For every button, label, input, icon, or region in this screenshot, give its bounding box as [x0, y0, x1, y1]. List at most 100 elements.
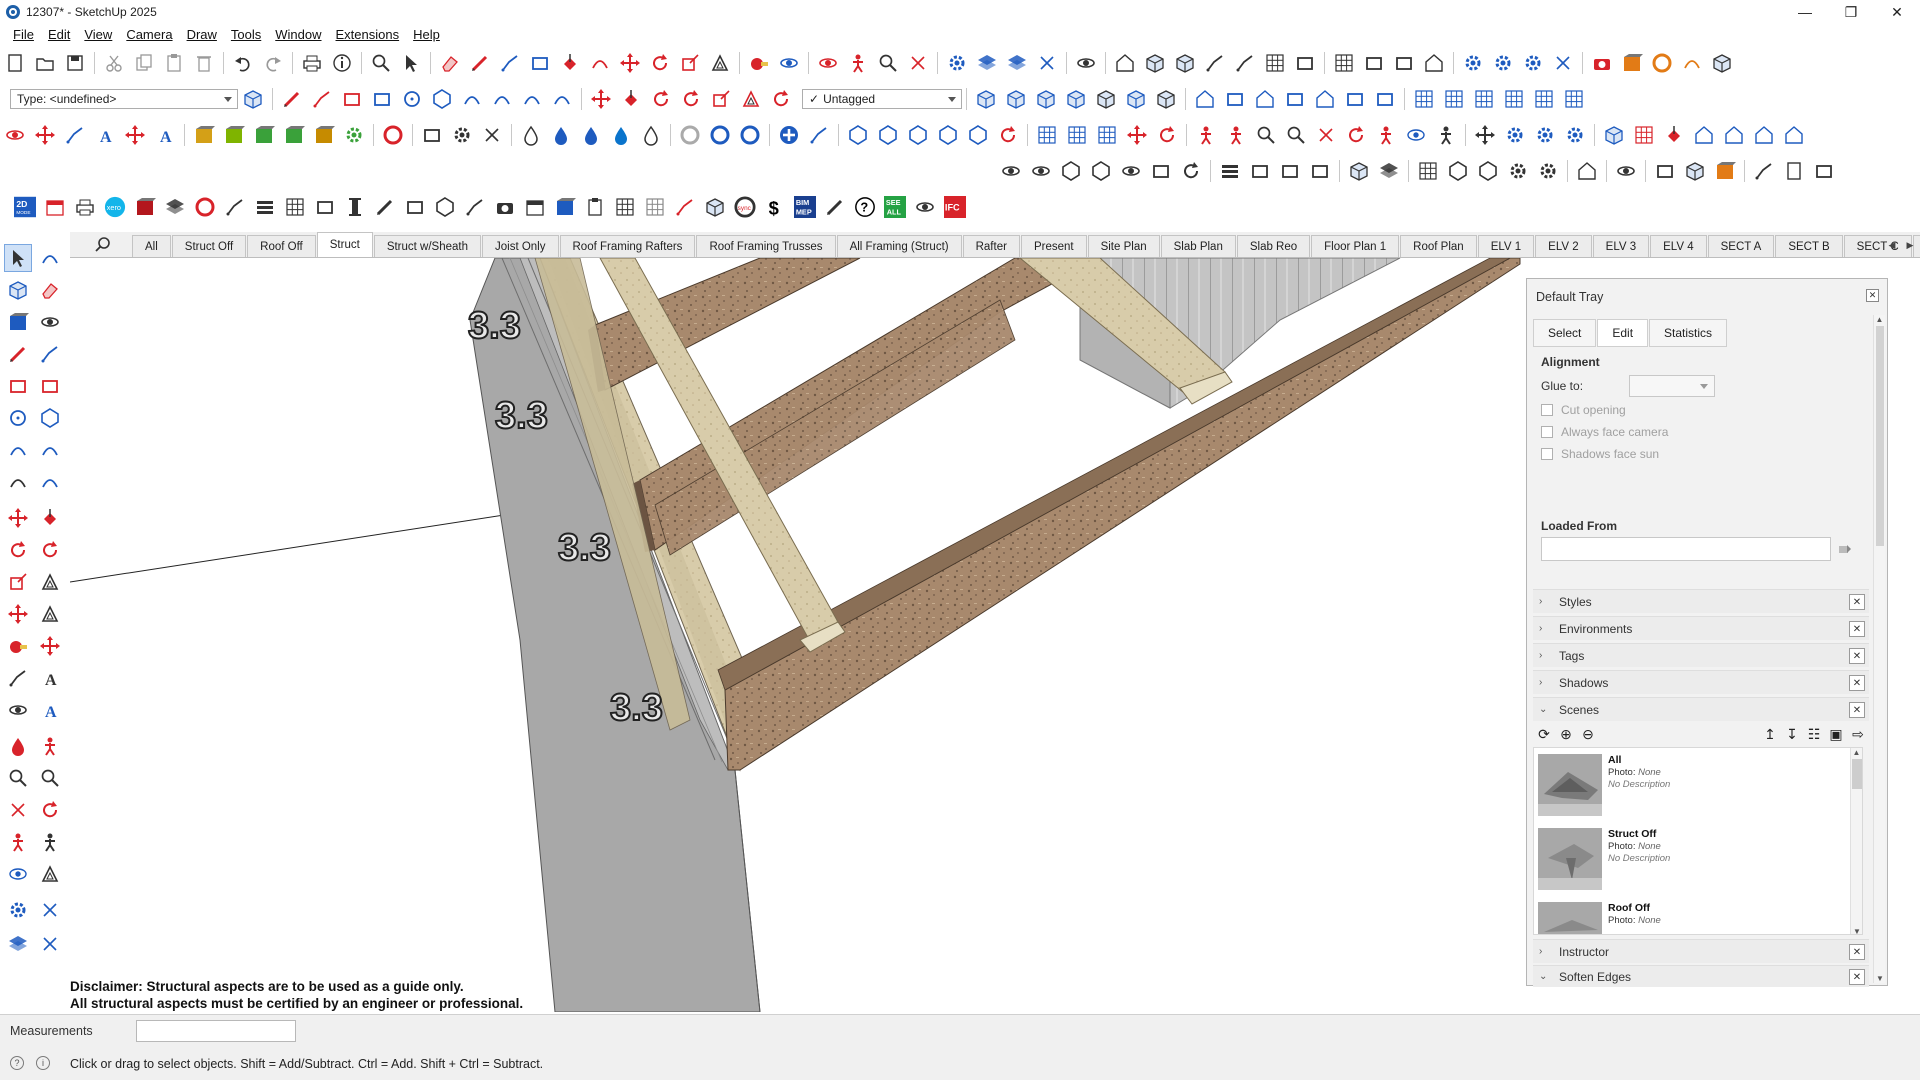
freehand-icon[interactable]: [497, 50, 523, 76]
view-options-icon[interactable]: ☷: [1803, 723, 1825, 745]
previous-2-icon[interactable]: [36, 796, 64, 824]
hand-icon[interactable]: [1751, 158, 1777, 184]
panel-scenes[interactable]: ⌄ Scenes ✕: [1533, 697, 1869, 721]
layers-icon[interactable]: [162, 194, 188, 220]
cut-opening-checkbox[interactable]: [1541, 404, 1553, 416]
tool-6-icon[interactable]: [1574, 158, 1600, 184]
arc-2-icon[interactable]: [459, 86, 485, 112]
panel-icon[interactable]: [1811, 158, 1837, 184]
eye-look-icon[interactable]: [1403, 122, 1429, 148]
select-icon[interactable]: [4, 244, 32, 272]
panel-styles[interactable]: › Styles ✕: [1533, 589, 1869, 613]
diamond-icon[interactable]: [1652, 158, 1678, 184]
paint-bucket-icon[interactable]: [240, 86, 266, 112]
axes-icon[interactable]: [4, 600, 32, 628]
section-fill-2-icon[interactable]: [1501, 86, 1527, 112]
tray-scrollbar[interactable]: ▲ ▼: [1873, 315, 1885, 983]
rect-2-icon[interactable]: [339, 86, 365, 112]
scene-tab-floor-plan-1[interactable]: Floor Plan 1: [1311, 235, 1400, 257]
scene-5-icon[interactable]: [1721, 122, 1747, 148]
scale-icon[interactable]: [677, 50, 703, 76]
move-4-icon[interactable]: [4, 504, 32, 532]
shadows-face-sun-checkbox[interactable]: [1541, 448, 1553, 460]
look-around-icon[interactable]: [1223, 122, 1249, 148]
scene-tab-struct-w-sheath[interactable]: Struct w/Sheath: [373, 235, 481, 257]
offset-3-icon[interactable]: [36, 568, 64, 596]
pie-icon[interactable]: [519, 86, 545, 112]
pillar-icon[interactable]: [342, 194, 368, 220]
tray-close-button[interactable]: ✕: [1866, 289, 1879, 302]
panel-close-icon[interactable]: ✕: [1849, 702, 1865, 718]
shelf-3-icon[interactable]: [1277, 158, 1303, 184]
geo-location-icon[interactable]: [2, 122, 28, 148]
refresh-scene-icon[interactable]: ⟳: [1533, 723, 1555, 745]
section-axes-icon[interactable]: [1472, 122, 1498, 148]
search-icon[interactable]: [368, 50, 394, 76]
three-point-arc-icon[interactable]: [549, 86, 575, 112]
left-icon[interactable]: [1123, 86, 1149, 112]
sandbox-tools-icon[interactable]: [32, 122, 58, 148]
circle-icon[interactable]: [399, 86, 425, 112]
two-d-mode-icon[interactable]: 2D MODE: [12, 194, 38, 220]
pan-icon[interactable]: [845, 50, 871, 76]
pick-icon[interactable]: [806, 122, 832, 148]
cut-opening-row[interactable]: Cut opening: [1541, 403, 1626, 417]
rotated-rect-icon[interactable]: [369, 86, 395, 112]
stairs-icon[interactable]: [462, 194, 488, 220]
minimize-button[interactable]: —: [1782, 0, 1828, 24]
zoom-extents-3-icon[interactable]: [4, 796, 32, 824]
lasso-icon[interactable]: [36, 244, 64, 272]
scene-6-icon[interactable]: [1751, 122, 1777, 148]
menu-draw[interactable]: Draw: [180, 27, 224, 42]
always-face-camera-row[interactable]: Always face camera: [1541, 425, 1668, 439]
grid-icon[interactable]: [612, 194, 638, 220]
shaded-icon[interactable]: [1421, 50, 1447, 76]
scene-tab-elv-2[interactable]: ELV 2: [1535, 235, 1592, 257]
scroll-right-icon[interactable]: ▶: [1904, 236, 1916, 254]
ruby-console-icon[interactable]: [380, 122, 406, 148]
front-view-icon[interactable]: [1172, 50, 1198, 76]
style-6-icon[interactable]: [1148, 158, 1174, 184]
position-camera-icon[interactable]: [1253, 122, 1279, 148]
scene-tab-struct[interactable]: Struct: [316, 232, 373, 257]
scene-tab-site-plan[interactable]: Site Plan: [1087, 235, 1160, 257]
3d-text-icon[interactable]: A: [36, 664, 64, 692]
add-scene-icon[interactable]: ⊕: [1555, 723, 1577, 745]
dollar-icon[interactable]: $: [762, 194, 788, 220]
offset-icon[interactable]: [707, 50, 733, 76]
text-2-icon[interactable]: [4, 664, 32, 692]
flip-icon[interactable]: [768, 86, 794, 112]
components-2-icon[interactable]: [4, 308, 32, 336]
pan-2-icon[interactable]: [36, 732, 64, 760]
paste-icon[interactable]: [161, 50, 187, 76]
text-a-icon[interactable]: A: [36, 696, 64, 724]
shelf-4-icon[interactable]: [1307, 158, 1333, 184]
freehand-3-icon[interactable]: [36, 340, 64, 368]
hex-prism-icon[interactable]: [432, 194, 458, 220]
tab-select[interactable]: Select: [1533, 319, 1597, 347]
sync-icon[interactable]: sync: [732, 194, 758, 220]
zoom-icon[interactable]: [875, 50, 901, 76]
section-c-icon[interactable]: [1562, 122, 1588, 148]
scene-tab-slab-plan[interactable]: Slab Plan: [1160, 235, 1236, 257]
folder-arrow-icon[interactable]: [1833, 537, 1857, 561]
orbit-2-icon[interactable]: [4, 732, 32, 760]
zoom-extents-icon[interactable]: [905, 50, 931, 76]
delete-icon[interactable]: [191, 50, 217, 76]
link-active-icon[interactable]: [737, 122, 763, 148]
scene-tab-all[interactable]: All: [132, 235, 171, 257]
pie-2-icon[interactable]: [4, 468, 32, 496]
arc-5-icon[interactable]: [36, 468, 64, 496]
rotate-2-icon[interactable]: [648, 86, 674, 112]
tool-7-icon[interactable]: [1613, 158, 1639, 184]
move-scene-up-icon[interactable]: ↥: [1759, 723, 1781, 745]
red-box-icon[interactable]: [132, 194, 158, 220]
scene-tab-elv-4[interactable]: ELV 4: [1650, 235, 1707, 257]
measurements-input[interactable]: [136, 1020, 296, 1042]
solid-3-icon[interactable]: [1475, 158, 1501, 184]
scene-tab-roof-framing-trusses[interactable]: Roof Framing Trusses: [696, 235, 836, 257]
scene-tab-joist-only[interactable]: Joist Only: [482, 235, 559, 257]
report-icon[interactable]: [42, 194, 68, 220]
water-drop-2-icon[interactable]: [548, 122, 574, 148]
top-icon[interactable]: [1003, 86, 1029, 112]
